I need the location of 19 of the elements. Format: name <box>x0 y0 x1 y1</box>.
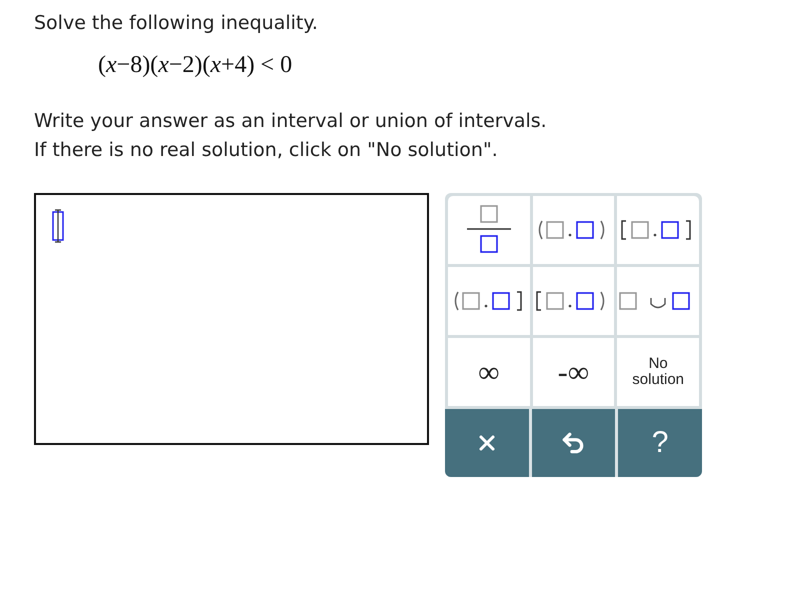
fraction-key[interactable] <box>448 196 530 264</box>
help-button[interactable]: ? <box>618 409 702 477</box>
interval-key[interactable] <box>448 267 530 335</box>
clear-button[interactable] <box>445 409 529 477</box>
union-key[interactable] <box>617 267 699 335</box>
cursor-placeholder-icon <box>50 209 66 243</box>
answer-box[interactable] <box>34 193 429 445</box>
undo-button[interactable] <box>532 409 616 477</box>
interval-key[interactable] <box>532 267 614 335</box>
no-solution-button[interactable]: No solution <box>617 338 699 406</box>
interval-key[interactable] <box>617 196 699 264</box>
prompt-text: Solve the following inequality. <box>34 12 319 34</box>
instruction-text: Write your answer as an interval or union of intervals. <box>34 109 548 134</box>
interval-key[interactable] <box>532 196 614 264</box>
symbol-key[interactable]: ∞ <box>448 338 530 406</box>
symbol-key[interactable]: -∞ <box>532 338 614 406</box>
instruction-text: If there is no real solution, click on "No solution". <box>34 138 499 163</box>
undo-icon <box>560 430 586 456</box>
inequality: (x−8)(x−2)(x+4) < 0 <box>98 52 292 78</box>
